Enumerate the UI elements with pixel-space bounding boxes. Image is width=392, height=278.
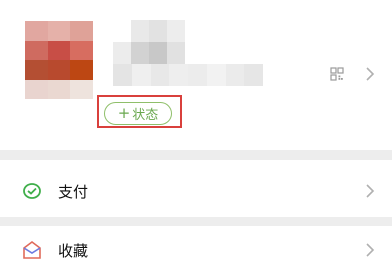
section-separator — [0, 217, 392, 226]
mosaic-cell — [47, 40, 71, 60]
avatar[interactable] — [25, 21, 93, 99]
account-id-blurred — [113, 64, 263, 86]
mosaic-cell — [244, 64, 263, 86]
mosaic-cell — [47, 21, 71, 41]
chevron-right-icon[interactable] — [365, 67, 375, 81]
mosaic-cell — [149, 20, 167, 42]
mosaic-cell — [70, 21, 93, 41]
mosaic-cell — [167, 20, 185, 42]
mosaic-cell — [70, 79, 93, 99]
mosaic-cell — [131, 42, 149, 64]
mosaic-cell — [25, 60, 48, 80]
mosaic-cell — [185, 42, 203, 64]
mosaic-cell — [47, 60, 71, 80]
plus-icon: + — [117, 104, 131, 122]
profile-header[interactable]: + 状态 — [0, 0, 392, 150]
menu-item-label: 支付 — [58, 183, 89, 201]
menu-item-favorites[interactable]: 收藏 — [0, 226, 392, 278]
mosaic-cell — [113, 64, 132, 86]
mosaic-cell — [131, 64, 151, 86]
chevron-right-icon — [366, 184, 375, 198]
mosaic-cell — [47, 79, 71, 99]
status-button[interactable]: + 状态 — [104, 102, 172, 125]
mosaic-cell — [185, 20, 203, 42]
pay-icon — [23, 183, 41, 199]
mosaic-cell — [225, 64, 245, 86]
menu-item-label: 收藏 — [58, 242, 89, 260]
mosaic-cell — [188, 64, 207, 86]
mosaic-cell — [25, 21, 48, 41]
mosaic-cell — [206, 64, 226, 86]
favorites-icon — [23, 241, 41, 259]
mosaic-cell — [149, 42, 167, 64]
mosaic-cell — [169, 64, 188, 86]
mosaic-cell — [113, 20, 131, 42]
section-separator — [0, 150, 392, 160]
mosaic-cell — [25, 79, 48, 99]
status-button-label: 状态 — [132, 108, 159, 123]
mosaic-cell — [167, 42, 185, 64]
qr-code-icon[interactable] — [330, 67, 344, 81]
mosaic-cell — [70, 40, 93, 60]
mosaic-cell — [150, 64, 170, 86]
chevron-right-icon — [366, 243, 375, 257]
mosaic-cell — [70, 60, 93, 80]
menu-item-pay[interactable]: 支付 — [0, 165, 392, 217]
mosaic-cell — [113, 42, 131, 64]
nickname-blurred — [113, 20, 203, 64]
mosaic-cell — [25, 40, 48, 60]
mosaic-cell — [131, 20, 149, 42]
